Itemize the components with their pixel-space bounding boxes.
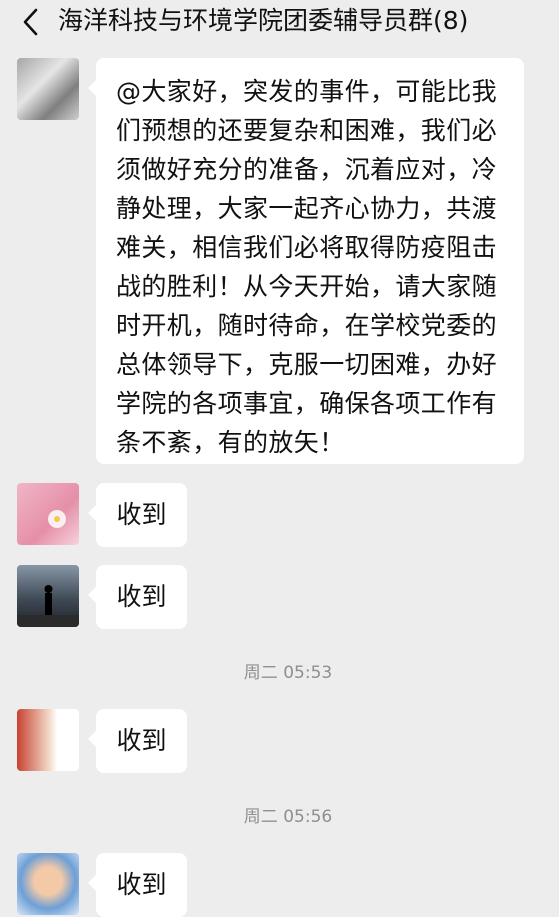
message-bubble[interactable]: 收到	[88, 709, 187, 773]
timestamp-time: 05:56	[283, 807, 333, 827]
message-text: @大家好，突发的事件，可能比我们预想的还要复杂和困难，我们必须做好充分的准备，沉…	[116, 77, 498, 457]
message-bubble[interactable]: 收到	[88, 565, 187, 629]
message-text: 收到	[116, 726, 167, 755]
avatar[interactable]	[17, 565, 79, 627]
timestamp: 周二 05:56	[0, 802, 559, 827]
timestamp-time: 05:53	[283, 663, 333, 683]
message-text: 收到	[116, 582, 167, 611]
chat-header: 海洋科技与环境学院团委辅导员群(8)	[0, 0, 559, 44]
avatar[interactable]	[17, 709, 79, 771]
message-bubble[interactable]: 收到	[88, 853, 187, 917]
message-bubble[interactable]: @大家好，突发的事件，可能比我们预想的还要复杂和困难，我们必须做好充分的准备，沉…	[88, 58, 524, 464]
chevron-left-icon[interactable]	[16, 7, 46, 37]
message-text: 收到	[116, 500, 167, 529]
message-text: 收到	[116, 870, 167, 899]
timestamp: 周二 05:53	[0, 658, 559, 683]
avatar[interactable]	[17, 58, 79, 120]
message-bubble[interactable]: 收到	[88, 483, 187, 547]
flower-icon	[48, 510, 66, 528]
timestamp-day: 周二	[243, 807, 278, 827]
avatar[interactable]	[17, 853, 79, 915]
person-silhouette-icon	[17, 585, 79, 627]
timestamp-day: 周二	[243, 663, 278, 683]
avatar[interactable]	[17, 483, 79, 545]
chat-title: 海洋科技与环境学院团委辅导员群(8)	[58, 6, 469, 35]
